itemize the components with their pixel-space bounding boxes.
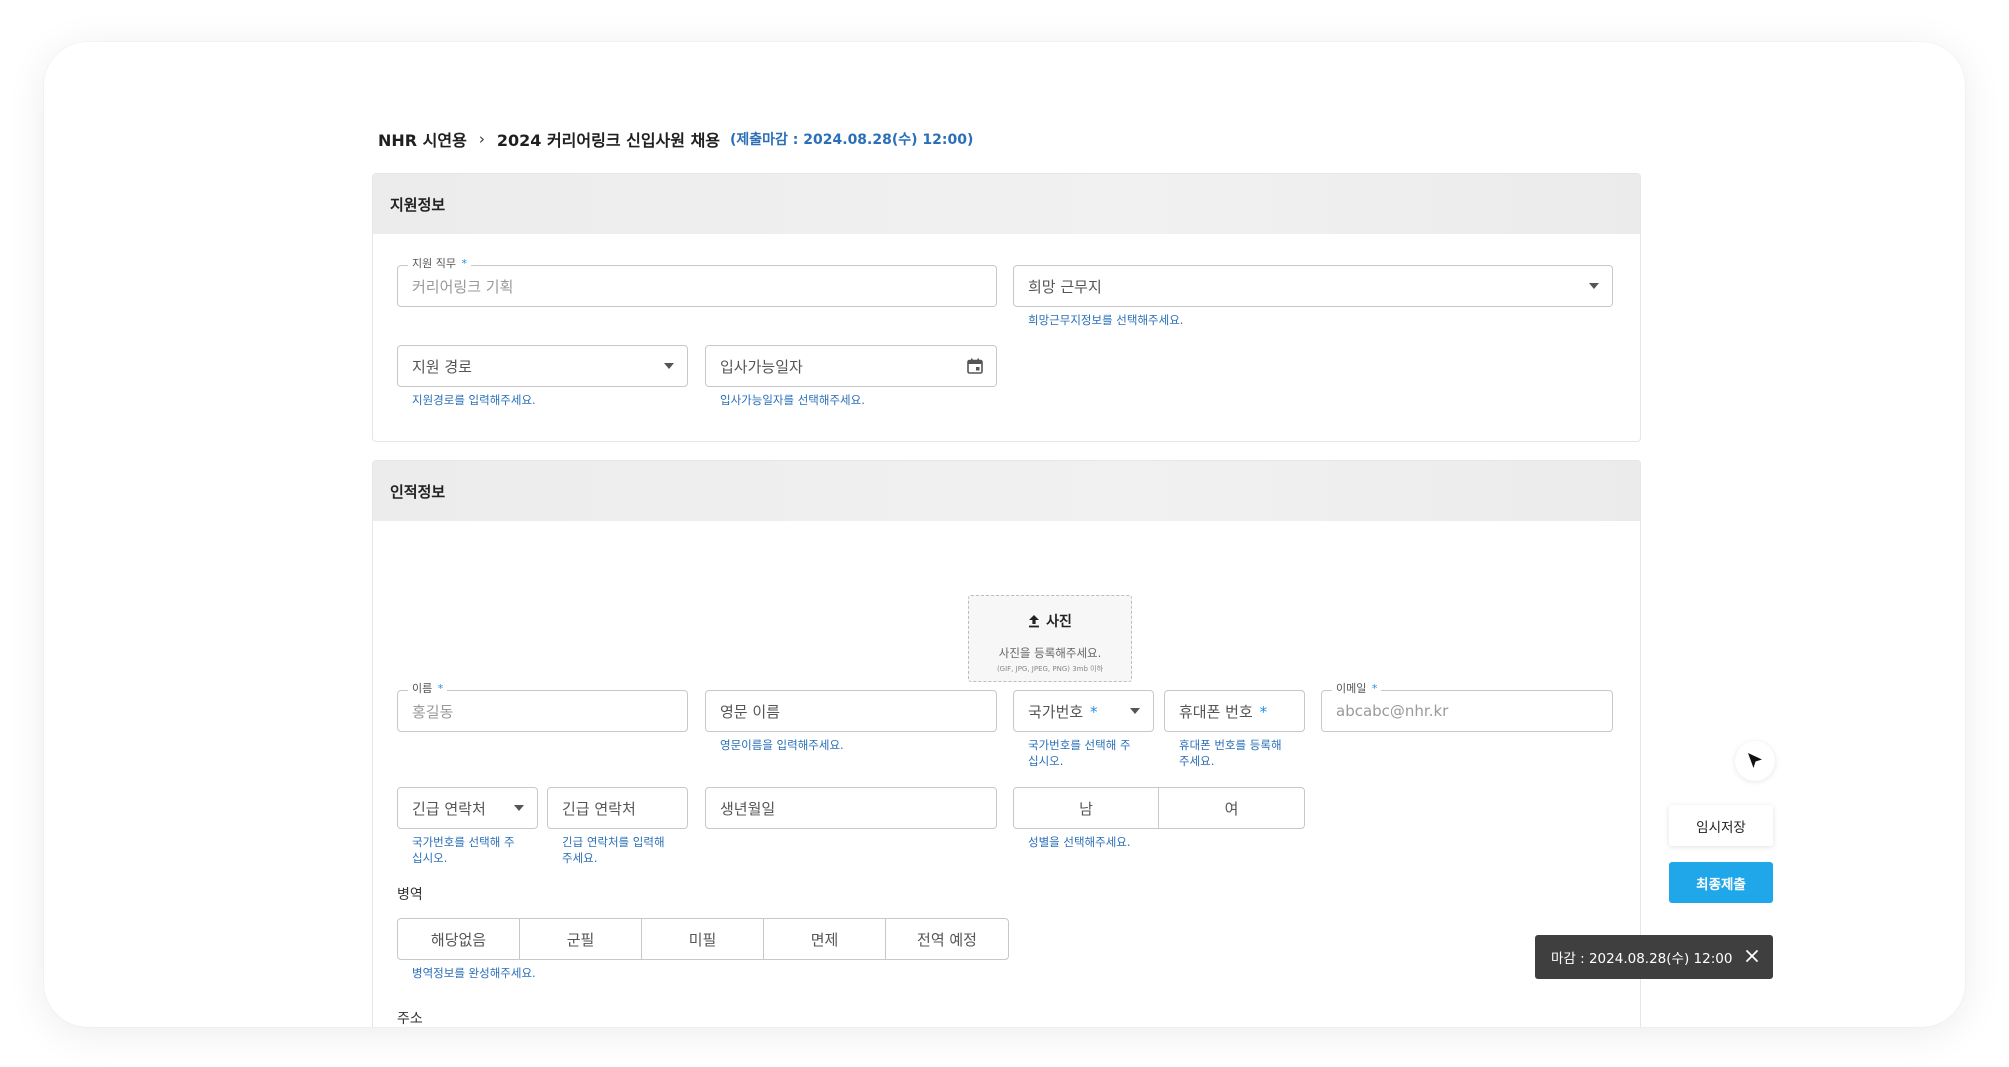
photo-upload[interactable]: 사진 사진을 등록해주세요. (GIF, JPG, JPEG, PNG) 3mb…	[968, 595, 1132, 682]
deadline-toast-text: 마감 : 2024.08.28(수) 12:00	[1551, 951, 1733, 967]
chevron-down-icon	[514, 805, 524, 811]
cursor-tool-button[interactable]	[1735, 741, 1775, 781]
country-code-select[interactable]: 국가번호 *	[1013, 690, 1154, 732]
military-label: 병역	[397, 887, 423, 903]
emergency-code-placeholder: 긴급 연락처	[412, 799, 486, 818]
chevron-down-icon	[664, 363, 674, 369]
military-helper: 병역정보를 완성해주세요.	[412, 966, 536, 980]
start-date-placeholder: 입사가능일자	[720, 357, 803, 376]
job-value: 커리어링크 기획	[412, 277, 514, 296]
chevron-down-icon	[1130, 708, 1140, 714]
route-helper: 지원경로를 입력해주세요.	[412, 393, 536, 407]
birth-date-placeholder: 생년월일	[720, 799, 776, 818]
gender-helper: 성별을 선택해주세요.	[1028, 835, 1131, 849]
final-submit-button[interactable]: 최종제출	[1669, 862, 1773, 903]
gender-option-female[interactable]: 여	[1158, 787, 1305, 829]
apply-info-card: 지원정보	[372, 173, 1641, 442]
app-window: NHR 시연용 › 2024 커리어링크 신입사원 채용 (제출마감 : 202…	[44, 42, 1965, 1027]
cursor-arrow-icon	[1748, 753, 1762, 768]
english-name-helper: 영문이름을 입력해주세요.	[720, 738, 844, 752]
name-value: 홍길동	[412, 702, 454, 721]
country-code-placeholder: 국가번호 *	[1028, 702, 1098, 721]
gender-toggle: 남 여	[1013, 787, 1305, 829]
breadcrumb-company[interactable]: NHR 시연용	[378, 127, 467, 151]
emergency-phone-placeholder: 긴급 연락처	[562, 799, 636, 818]
gender-option-male[interactable]: 남	[1013, 787, 1159, 829]
english-name-field[interactable]: 영문 이름	[705, 690, 997, 732]
photo-upload-formats: (GIF, JPG, JPEG, PNG) 3mb 이하	[996, 665, 1104, 673]
emergency-code-select[interactable]: 긴급 연락처	[397, 787, 538, 829]
military-option-served[interactable]: 군필	[519, 918, 642, 960]
temp-save-button[interactable]: 임시저장	[1669, 805, 1773, 846]
breadcrumb-posting[interactable]: 2024 커리어링크 신입사원 채용	[497, 127, 720, 151]
start-date-picker[interactable]: 입사가능일자	[705, 345, 997, 387]
emergency-code-helper: 국가번호를 선택해 주 십시오.	[412, 835, 515, 865]
photo-upload-title: 사진	[1028, 611, 1072, 631]
name-label: 이름 *	[408, 682, 448, 696]
military-option-exempt[interactable]: 면제	[763, 918, 886, 960]
breadcrumb: NHR 시연용 › 2024 커리어링크 신입사원 채용 (제출마감 : 202…	[378, 124, 973, 154]
location-placeholder: 희망 근무지	[1028, 277, 1102, 296]
military-option-pending[interactable]: 전역 예정	[885, 918, 1009, 960]
job-field[interactable]: 지원 직무 * 커리어링크 기획	[397, 257, 997, 307]
military-option-not-served[interactable]: 미필	[641, 918, 764, 960]
location-helper: 희망근무지정보를 선택해주세요.	[1028, 313, 1184, 327]
job-label: 지원 직무 *	[408, 257, 471, 271]
route-select[interactable]: 지원 경로	[397, 345, 688, 387]
calendar-icon[interactable]	[966, 357, 984, 375]
start-date-helper: 입사가능일자를 선택해주세요.	[720, 393, 865, 407]
chevron-down-icon	[1589, 283, 1599, 289]
submission-deadline: (제출마감 : 2024.08.28(수) 12:00)	[730, 132, 974, 148]
emergency-phone-field[interactable]: 긴급 연락처	[547, 787, 688, 829]
location-select[interactable]: 희망 근무지	[1013, 265, 1613, 307]
emergency-phone-helper: 긴급 연락처를 입력해 주세요.	[562, 835, 665, 865]
address-label: 주소	[397, 1011, 423, 1027]
mobile-helper: 휴대폰 번호를 등록해 주세요.	[1179, 738, 1282, 768]
country-code-helper: 국가번호를 선택해 주 십시오.	[1028, 738, 1131, 768]
birth-date-field[interactable]: 생년월일	[705, 787, 997, 829]
apply-info-title: 지원정보	[373, 174, 1640, 234]
english-name-placeholder: 영문 이름	[720, 702, 780, 721]
name-field[interactable]: 이름 * 홍길동	[397, 682, 688, 732]
military-option-none[interactable]: 해당없음	[397, 918, 520, 960]
email-label: 이메일 *	[1332, 682, 1382, 696]
email-field[interactable]: 이메일 * abcabc@nhr.kr	[1321, 682, 1613, 732]
deadline-toast: 마감 : 2024.08.28(수) 12:00	[1535, 935, 1773, 979]
close-icon[interactable]	[1745, 949, 1759, 963]
photo-upload-desc: 사진을 등록해주세요.	[998, 646, 1102, 660]
military-toggle: 해당없음 군필 미필 면제 전역 예정	[397, 918, 1009, 960]
route-placeholder: 지원 경로	[412, 357, 472, 376]
upload-icon	[1029, 614, 1040, 627]
mobile-placeholder: 휴대폰 번호 *	[1179, 702, 1268, 721]
breadcrumb-separator-icon: ›	[478, 130, 485, 148]
mobile-field[interactable]: 휴대폰 번호 *	[1164, 690, 1305, 732]
personal-info-title: 인적정보	[373, 461, 1640, 521]
email-value: abcabc@nhr.kr	[1336, 702, 1449, 720]
